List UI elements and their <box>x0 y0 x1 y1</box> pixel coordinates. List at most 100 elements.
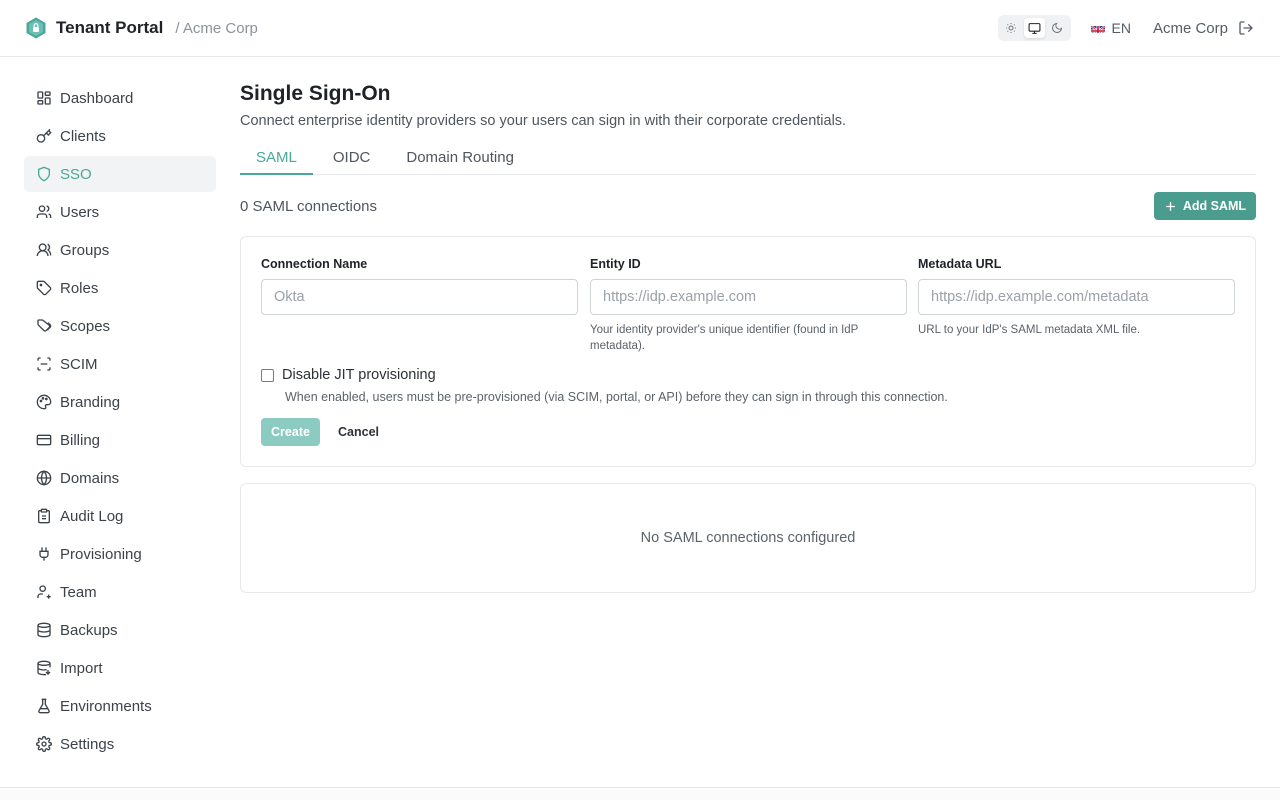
disable-jit-row: Disable JIT provisioning <box>261 367 436 383</box>
cancel-button[interactable]: Cancel <box>338 418 379 446</box>
sidebar-item-label: SSO <box>60 165 92 183</box>
header-actions: EN Acme Corp <box>997 14 1256 42</box>
disable-jit-hint: When enabled, users must be pre-provisio… <box>285 390 948 404</box>
plus-icon <box>1165 201 1175 211</box>
add-saml-button[interactable]: Add SAML <box>1153 192 1256 220</box>
sidebar-nav: Dashboard Clients SSO Users Groups Roles… <box>24 80 216 764</box>
logout-icon[interactable] <box>1238 19 1256 37</box>
connection-name-input[interactable]: Okta <box>261 279 578 315</box>
sidebar-item-billing[interactable]: Billing <box>24 422 216 458</box>
main-content: Single Sign-On Connect enterprise identi… <box>240 80 1256 593</box>
clipboard-icon <box>38 508 50 524</box>
key-icon <box>36 128 52 143</box>
tenant-name[interactable]: Acme Corp <box>1153 20 1228 37</box>
sidebar-item-sso[interactable]: SSO <box>24 156 216 192</box>
disable-jit-checkbox[interactable] <box>261 368 274 382</box>
entity-id-field: Entity ID https://idp.example.com Your i… <box>590 257 907 354</box>
gear-icon <box>36 736 52 752</box>
connection-name-field: Connection Name Okta <box>261 257 578 315</box>
connection-count: 0 SAML connections <box>240 197 378 215</box>
sidebar-item-label: Groups <box>60 241 110 259</box>
sidebar-item-environments[interactable]: Environments <box>24 688 216 724</box>
dashboard-icon <box>37 91 51 105</box>
sidebar-item-label: Provisioning <box>60 545 142 563</box>
scan-icon <box>37 357 51 371</box>
sidebar-item-backups[interactable]: Backups <box>24 612 216 648</box>
add-saml-label: Add SAML <box>1182 199 1246 213</box>
tags-icon <box>37 319 52 332</box>
empty-state: No SAML connections configured <box>240 483 1256 593</box>
language-label: EN <box>1111 20 1131 36</box>
palette-icon <box>36 394 52 410</box>
groups-icon <box>36 243 52 257</box>
sidebar-item-settings[interactable]: Settings <box>24 726 216 762</box>
sidebar-item-team[interactable]: Team <box>24 574 216 610</box>
moon-icon[interactable] <box>1047 18 1068 38</box>
language-selector[interactable]: EN <box>1090 20 1131 36</box>
sidebar-item-label: Environments <box>60 697 152 715</box>
create-button[interactable]: Create <box>261 418 320 446</box>
disable-jit-label[interactable]: Disable JIT provisioning <box>282 367 436 383</box>
sidebar-item-label: Team <box>60 583 97 601</box>
sun-icon[interactable] <box>1001 18 1022 38</box>
footer-divider <box>0 787 1280 800</box>
app-title: Tenant Portal <box>56 18 164 37</box>
sidebar-item-label: Roles <box>60 279 99 297</box>
sidebar-item-import[interactable]: Import <box>24 650 216 686</box>
metadata-url-field: Metadata URL https://idp.example.com/met… <box>918 257 1235 338</box>
tab-bar: SAML OIDC Domain Routing <box>240 149 1256 175</box>
flask-icon <box>38 698 50 714</box>
sidebar-item-label: Clients <box>60 127 106 145</box>
uk-flag-icon <box>1090 23 1105 33</box>
tab-domain-routing[interactable]: Domain Routing <box>390 149 530 175</box>
breadcrumb: / Acme Corp <box>175 19 258 37</box>
tag-icon <box>36 280 52 296</box>
entity-id-input[interactable]: https://idp.example.com <box>590 279 907 315</box>
sidebar-item-label: Audit Log <box>60 507 124 525</box>
sidebar-item-label: Scopes <box>60 317 111 335</box>
sidebar-item-label: Users <box>60 203 100 221</box>
page-title: Single Sign-On <box>240 82 391 105</box>
page-description: Connect enterprise identity providers so… <box>240 113 847 129</box>
tab-oidc[interactable]: OIDC <box>317 149 387 175</box>
empty-state-text: No SAML connections configured <box>640 530 856 546</box>
entity-id-label: Entity ID <box>590 257 641 271</box>
sidebar-item-dashboard[interactable]: Dashboard <box>24 80 216 116</box>
sidebar-item-groups[interactable]: Groups <box>24 232 216 268</box>
sidebar-item-label: Domains <box>60 469 120 487</box>
connections-header: 0 SAML connections Add SAML <box>240 192 1256 220</box>
metadata-url-hint: URL to your IdP's SAML metadata XML file… <box>918 324 1141 336</box>
sidebar-item-roles[interactable]: Roles <box>24 270 216 306</box>
sidebar-item-label: Import <box>60 659 103 677</box>
sidebar-item-scim[interactable]: SCIM <box>24 346 216 382</box>
sidebar-item-branding[interactable]: Branding <box>24 384 216 420</box>
plug-icon <box>39 547 49 561</box>
monitor-icon[interactable] <box>1023 18 1045 38</box>
sidebar-item-label: SCIM <box>60 355 98 373</box>
shield-icon <box>38 166 50 182</box>
theme-toggle <box>997 15 1071 41</box>
metadata-url-input[interactable]: https://idp.example.com/metadata <box>918 279 1235 315</box>
user-team-icon <box>37 585 51 599</box>
connection-name-label: Connection Name <box>261 257 368 271</box>
tab-saml[interactable]: SAML <box>240 149 313 175</box>
sidebar-item-scopes[interactable]: Scopes <box>24 308 216 344</box>
metadata-url-label: Metadata URL <box>918 257 1002 271</box>
database-import-icon <box>37 660 51 676</box>
brand[interactable]: Tenant Portal / Acme Corp <box>24 16 258 40</box>
sidebar-item-users[interactable]: Users <box>24 194 216 230</box>
entity-id-hint: Your identity provider's unique identifi… <box>590 324 859 352</box>
sidebar-item-label: Dashboard <box>60 89 134 107</box>
credit-card-icon <box>36 434 52 446</box>
sidebar-item-audit-log[interactable]: Audit Log <box>24 498 216 534</box>
globe-icon <box>36 470 52 486</box>
sidebar-item-label: Branding <box>60 393 121 411</box>
sidebar-item-clients[interactable]: Clients <box>24 118 216 154</box>
sidebar-item-label: Settings <box>60 735 115 753</box>
logo-icon <box>24 16 48 40</box>
sidebar-item-provisioning[interactable]: Provisioning <box>24 536 216 572</box>
sidebar-item-label: Backups <box>60 621 118 639</box>
sidebar-item-domains[interactable]: Domains <box>24 460 216 496</box>
top-header: Tenant Portal / Acme Corp EN Acme Corp <box>0 0 1280 57</box>
sidebar-item-label: Billing <box>60 431 101 449</box>
